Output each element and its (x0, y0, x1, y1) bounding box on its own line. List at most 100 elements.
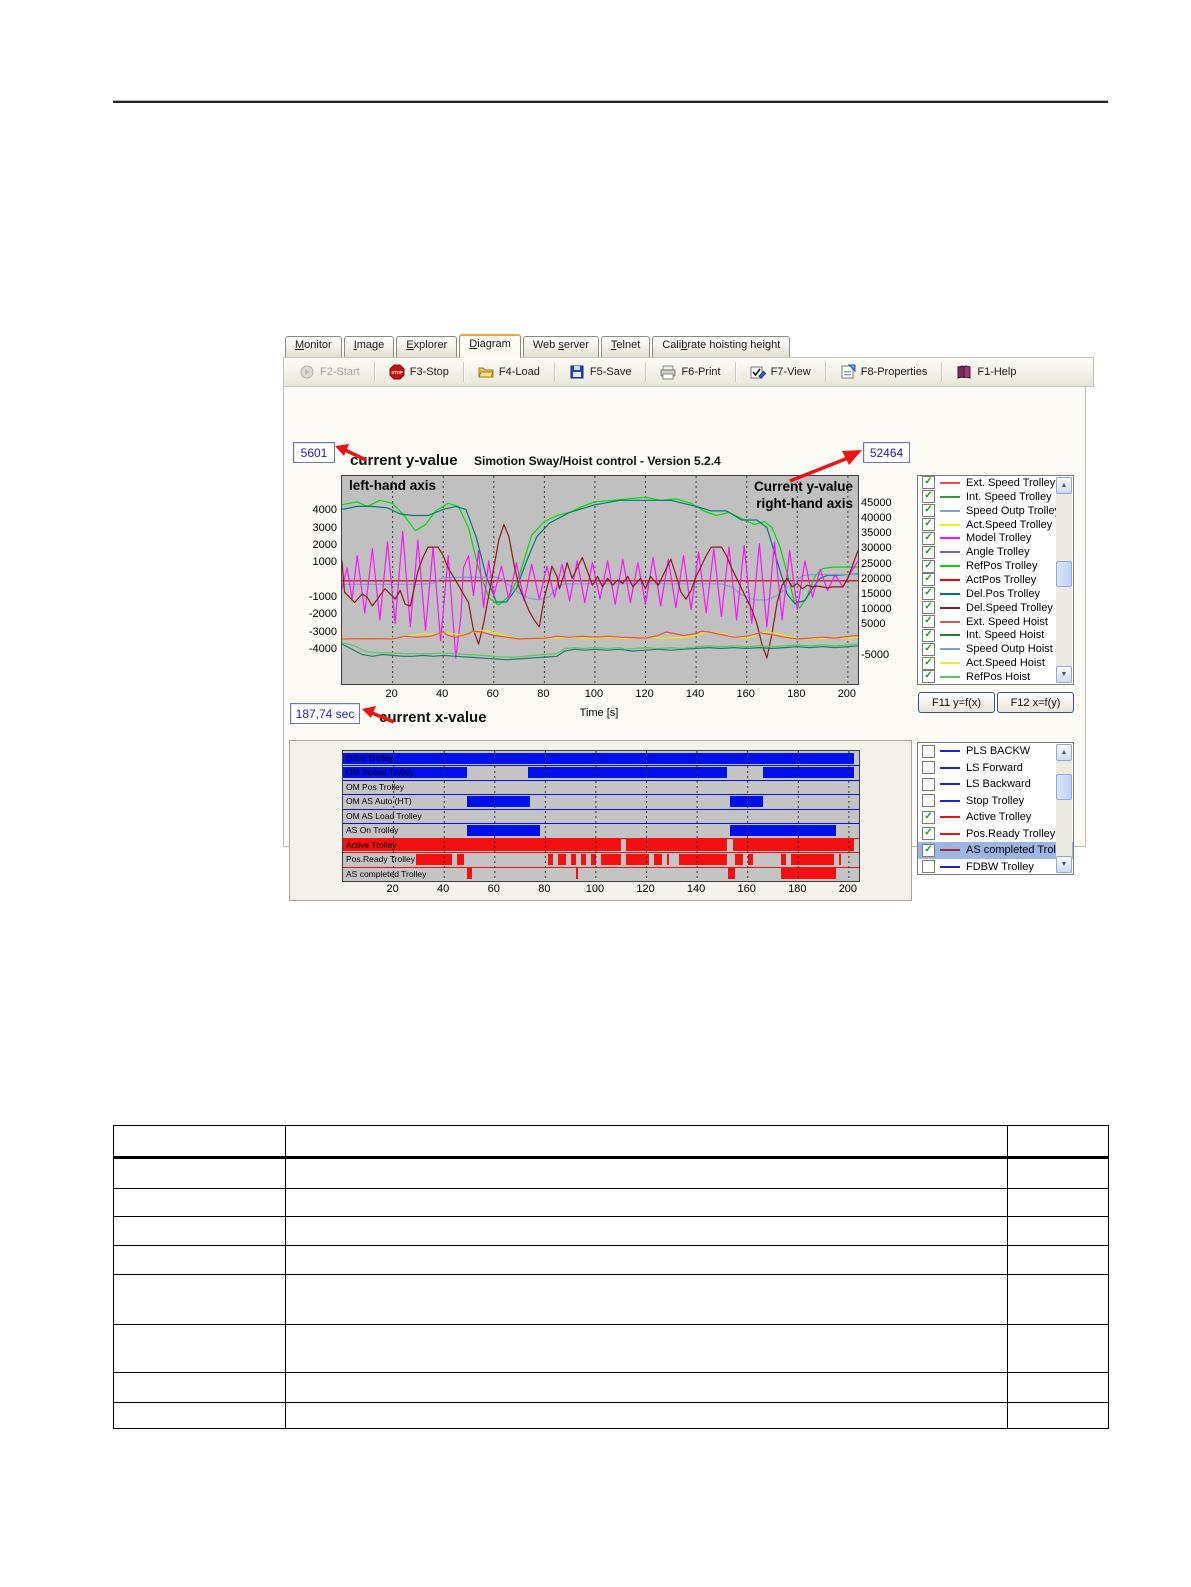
legend-color-swatch (940, 849, 960, 852)
toolbar-button-label: F1-Help (977, 366, 1017, 378)
legend-item-stop-trolley[interactable]: Stop Trolley (918, 793, 1073, 810)
f8-properties-button[interactable]: F8-Properties (833, 362, 935, 382)
legend-item-label: Int. Speed Trolley (966, 490, 1052, 503)
legend-item-actpos-trolley[interactable]: ✓ ActPos Trolley (918, 573, 1073, 587)
legend-item-speed-outp-trolley[interactable]: ✓ Speed Outp Trolley (918, 504, 1073, 518)
legend-item-speed-outp-hoist[interactable]: ✓ Speed Outp Hoist (918, 642, 1073, 656)
legend-item-active-trolley[interactable]: ✓ Active Trolley (918, 809, 1073, 826)
f12-x-fy-button[interactable]: F12 x=f(y) (997, 692, 1074, 713)
f11-y-fx-button[interactable]: F11 y=f(x) (918, 692, 995, 713)
checked-checkbox[interactable]: ✓ (922, 843, 935, 857)
legend-item-refpos-trolley[interactable]: ✓ RefPos Trolley (918, 559, 1073, 573)
checked-checkbox[interactable]: ✓ (922, 518, 935, 531)
legend-item-label: Active Trolley (966, 811, 1032, 824)
legend-item-refpos-hoist[interactable]: ✓ RefPos Hoist (918, 670, 1073, 684)
scroll-up-button[interactable]: ▲ (1056, 744, 1072, 761)
checked-checkbox[interactable]: ✓ (922, 615, 935, 629)
checked-checkbox[interactable]: ✓ (922, 490, 935, 504)
scroll-down-button[interactable]: ▼ (1056, 856, 1072, 873)
legend-item-label: RefPos Hoist (966, 670, 1031, 683)
checked-checkbox[interactable]: ✓ (922, 628, 935, 642)
legend-item-ls-backward[interactable]: LS Backward (918, 776, 1073, 793)
f2-start-button[interactable]: F2-Start (292, 362, 367, 382)
legend-item-del-speed-trolley[interactable]: ✓ Del.Speed Trolley (918, 601, 1073, 615)
legend-item-ls-forward[interactable]: LS Forward (918, 760, 1073, 777)
right-axis-tick-label: 35000 (861, 527, 892, 540)
checked-checkbox[interactable]: ✓ (922, 559, 935, 573)
f6-print-button[interactable]: F6-Print (653, 362, 727, 382)
legend-item-act-speed-trolley[interactable]: ✓ Act.Speed Trolley (918, 518, 1073, 532)
legend-item-ext-speed-hoist[interactable]: ✓ Ext. Speed Hoist (918, 615, 1073, 629)
toolbar-button-label: F8-Properties (860, 366, 928, 378)
legend-item-fdbw-trolley[interactable]: FDBW Trolley (918, 859, 1073, 875)
table-cell (113, 1188, 286, 1217)
table-cell (113, 1157, 286, 1189)
chart-title: Simotion Sway/Hoist control - Version 5.… (474, 454, 721, 468)
x-axis-tick-label: 80 (538, 883, 551, 895)
f1-help-button[interactable]: F1-Help (949, 362, 1023, 382)
checked-checkbox[interactable]: ✓ (922, 827, 935, 841)
checked-checkbox[interactable]: ✓ (922, 810, 935, 824)
lower-legend-scrollbar[interactable]: ▲ ▼ (1056, 744, 1072, 873)
legend-item-label: Angle Trolley (966, 546, 1030, 559)
right-axis-tick-label: 5000 (861, 618, 886, 631)
signal-chart-plot[interactable]: Drive Trolley OM Speed Trolley OM Pos Trol… (342, 750, 860, 882)
legend-item-ext-speed-trolley[interactable]: ✓ Ext. Speed Trolley (918, 476, 1073, 490)
legend-item-angle-trolley[interactable]: ✓ Angle Trolley (918, 545, 1073, 559)
legend-item-int-speed-trolley[interactable]: ✓ Int. Speed Trolley (918, 490, 1073, 504)
checked-checkbox[interactable]: ✓ (922, 504, 935, 518)
tab-image[interactable]: Image (343, 336, 395, 357)
legend-item-label: Speed Outp Hoist (966, 643, 1053, 656)
table-cell (1007, 1372, 1109, 1403)
legend-item-del-pos-trolley[interactable]: ✓ Del.Pos Trolley (918, 587, 1073, 601)
legend-item-int-speed-hoist[interactable]: ✓ Int. Speed Hoist (918, 628, 1073, 642)
scroll-up-button[interactable]: ▲ (1056, 477, 1072, 494)
unchecked-checkbox[interactable] (922, 761, 935, 775)
unchecked-checkbox[interactable] (922, 794, 935, 808)
legend-color-swatch (940, 648, 960, 651)
legend-item-label: PLS BACKW (966, 745, 1031, 758)
legend-item-pos-ready-trolley[interactable]: ✓ Pos.Ready Trolley (918, 826, 1073, 843)
x-axis-tick-label: 100 (585, 883, 605, 895)
f3-stop-button[interactable]: STOP F3-Stop (382, 362, 456, 382)
legend-item-pls-backw[interactable]: PLS BACKW (918, 743, 1073, 760)
scroll-down-button[interactable]: ▼ (1056, 666, 1072, 683)
tab-calibrate-hoisting-height[interactable]: Calibrate hoisting height (652, 336, 791, 357)
scrollbar-thumb[interactable] (1056, 774, 1072, 800)
left-axis-annotation: left-hand axis (349, 478, 437, 493)
checked-checkbox[interactable]: ✓ (922, 656, 935, 670)
unchecked-checkbox[interactable] (922, 744, 935, 758)
checked-checkbox[interactable]: ✓ (922, 545, 935, 559)
checked-checkbox[interactable]: ✓ (922, 587, 935, 601)
legend-item-act-speed-hoist[interactable]: ✓ Act.Speed Hoist (918, 656, 1073, 670)
f7-view-button[interactable]: F7-View (743, 362, 818, 382)
checked-checkbox[interactable]: ✓ (922, 670, 935, 684)
lower-legend-items: PLS BACKW LS Forward LS Backward Stop Troll… (918, 743, 1073, 875)
red-arrow-icon (362, 706, 395, 724)
checked-checkbox[interactable]: ✓ (922, 531, 935, 545)
table-header-cell (285, 1125, 1008, 1159)
legend-item-as-completed-trolley[interactable]: ✓ AS completed Trolley (918, 842, 1073, 859)
table-cell (113, 1402, 286, 1429)
tab-bar: Monitor Image Explorer Diagram Web server Tel… (285, 334, 792, 358)
unchecked-checkbox[interactable] (922, 860, 935, 874)
main-chart-plot[interactable]: left-hand axis Current y-value right-han… (341, 475, 859, 685)
checked-checkbox[interactable]: ✓ (922, 601, 935, 615)
f4-load-button[interactable]: F4-Load (471, 362, 547, 382)
left-axis-tick-label: -4000 (308, 643, 337, 656)
f5-save-button[interactable]: F5-Save (562, 362, 639, 382)
checked-checkbox[interactable]: ✓ (922, 573, 935, 587)
legend-color-swatch (940, 783, 960, 786)
table-cell (113, 1216, 286, 1246)
checked-checkbox[interactable]: ✓ (922, 642, 935, 656)
upper-legend-scrollbar[interactable]: ▲ ▼ (1056, 477, 1072, 683)
tab-monitor[interactable]: Monitor (285, 336, 342, 357)
scrollbar-thumb[interactable] (1056, 561, 1072, 587)
checked-checkbox[interactable]: ✓ (922, 476, 935, 490)
tab-diagram[interactable]: Diagram (459, 334, 521, 358)
tab-explorer[interactable]: Explorer (396, 336, 458, 357)
tab-telnet[interactable]: Telnet (600, 336, 651, 357)
unchecked-checkbox[interactable] (922, 777, 935, 791)
legend-item-model-trolley[interactable]: ✓ Model Trolley (918, 531, 1073, 545)
tab-web-server[interactable]: Web server (522, 336, 599, 357)
